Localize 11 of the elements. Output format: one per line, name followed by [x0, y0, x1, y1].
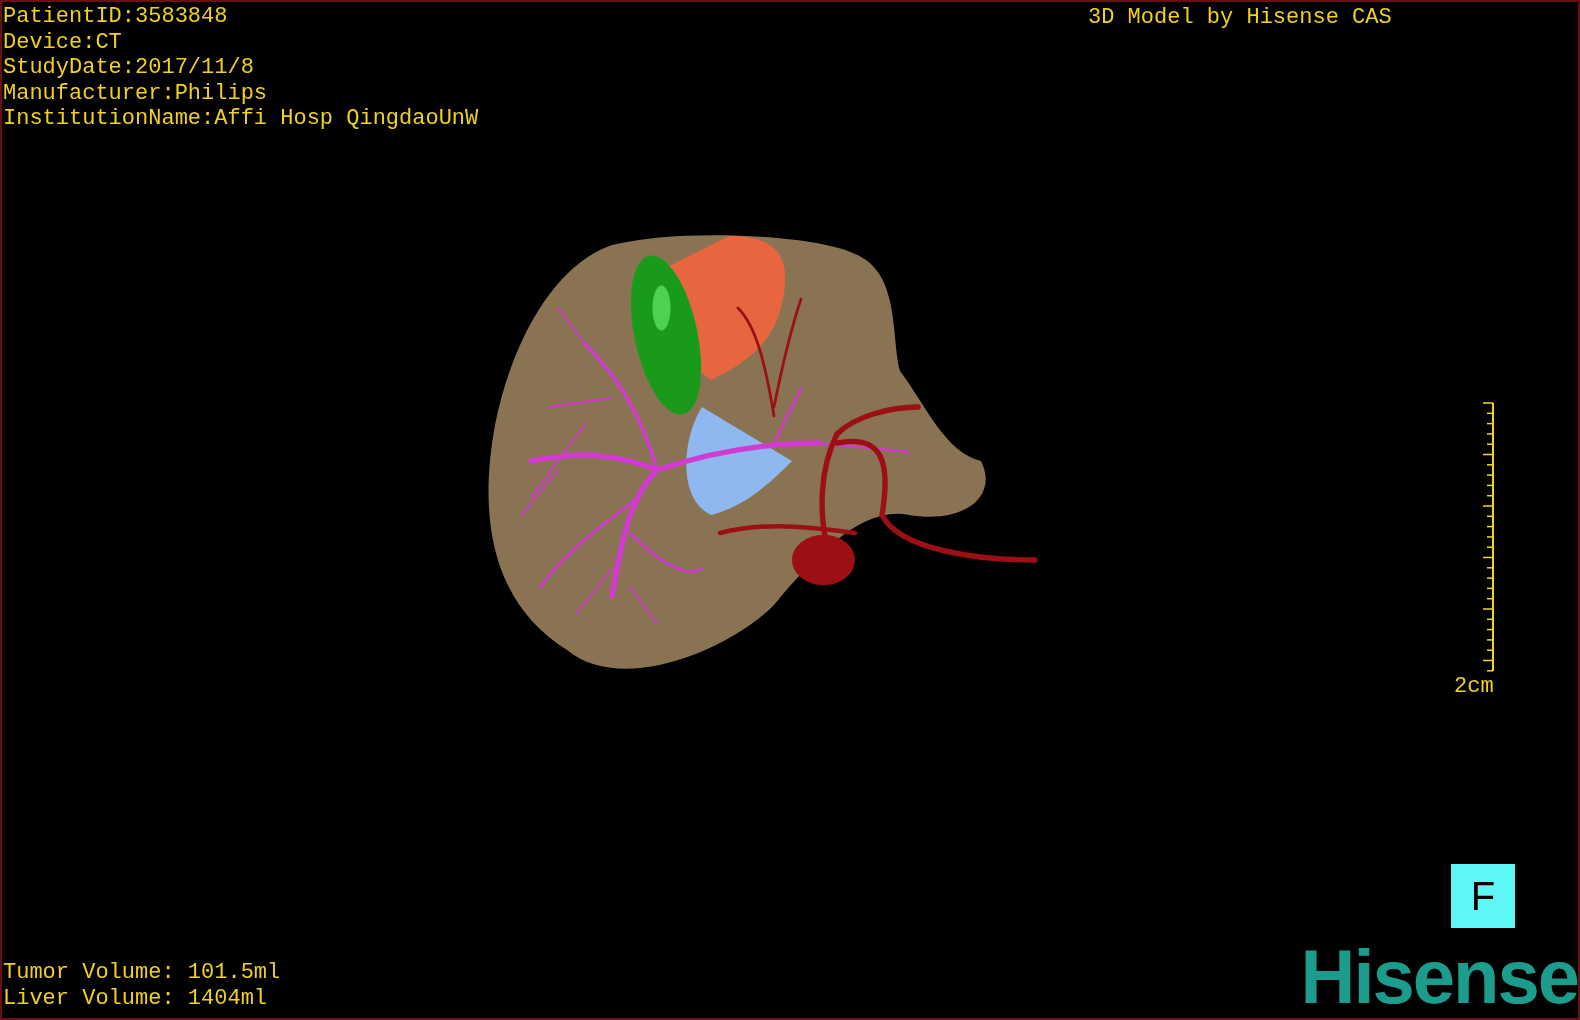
orientation-marker: F [1451, 864, 1515, 928]
volume-text: Liver Volume: 1404ml [3, 985, 269, 1011]
patient-info-text: Manufacturer:Philips [3, 80, 269, 106]
patient-info-text: Device:CT [3, 29, 123, 55]
logo-text: Hisense [1300, 937, 1578, 1017]
patient-info-text: InstitutionName:Affi Hosp QingdaoUnW [3, 106, 479, 132]
volume-text: Tumor Volume: 101.5ml [3, 960, 281, 986]
patient-info-text: PatientID:3583848 [3, 4, 229, 30]
scale-bar-label: 2cm [1454, 674, 1494, 700]
patient-info-text: StudyDate:2017/11/8 [3, 55, 255, 81]
caption-text: 3D Model by Hisense CAS [1088, 5, 1392, 31]
